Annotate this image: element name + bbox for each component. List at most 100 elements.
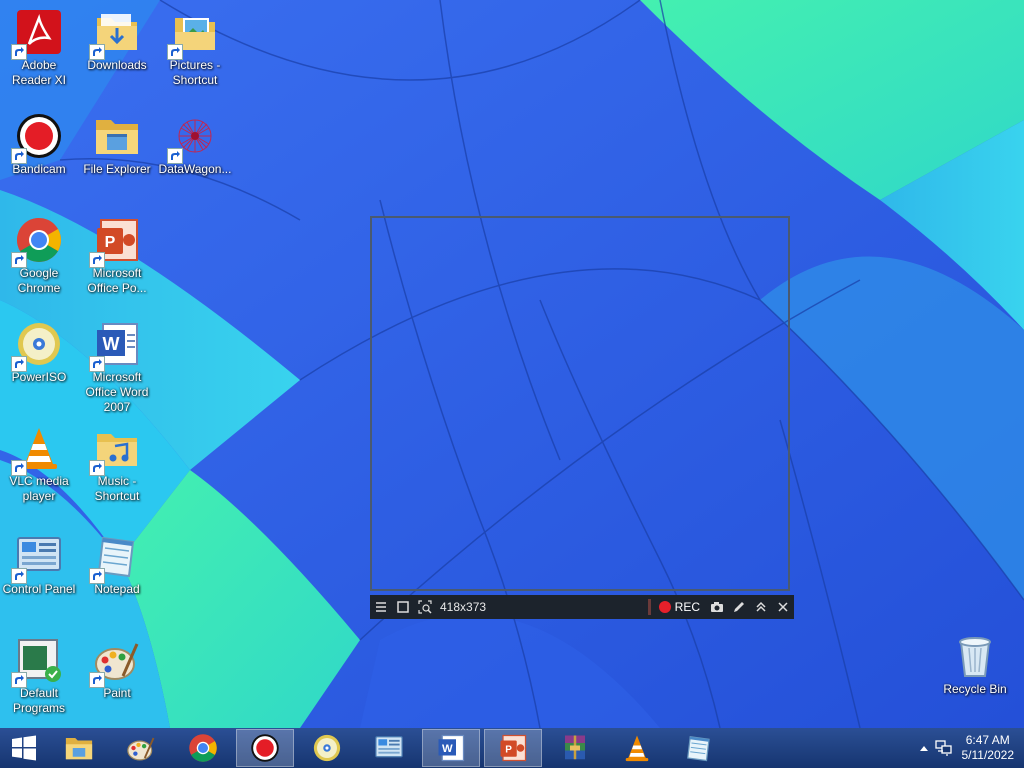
taskbar-powerpoint[interactable]: P xyxy=(484,729,542,767)
capture-size-label: 418x373 xyxy=(440,600,487,614)
shortcut-arrow-icon xyxy=(89,568,105,584)
taskbar-chrome[interactable] xyxy=(174,729,232,767)
paint-icon xyxy=(127,737,155,761)
close-icon xyxy=(778,602,788,612)
control-panel-icon xyxy=(375,736,403,758)
desktop-icon-powerpoint[interactable]: P Microsoft Office Po... xyxy=(78,210,156,310)
shortcut-arrow-icon xyxy=(11,148,27,164)
desktop-icon-label: Notepad xyxy=(94,582,140,596)
taskbar-control-panel[interactable] xyxy=(360,729,418,767)
shortcut-arrow-icon xyxy=(11,252,27,268)
desktop-icon-vlc[interactable]: VLC media player xyxy=(0,418,78,518)
desktop-icon-recycle-bin[interactable]: Recycle Bin xyxy=(936,626,1014,726)
shortcut-arrow-icon xyxy=(11,44,27,60)
record-dot-icon xyxy=(658,601,671,613)
clock-date: 5/11/2022 xyxy=(961,748,1015,762)
desktop-icon-label: VLC media player xyxy=(9,474,69,503)
start-button[interactable] xyxy=(0,728,48,768)
desktop-icon-pictures[interactable]: Pictures - Shortcut xyxy=(156,2,234,102)
toolbar-separator xyxy=(647,599,651,615)
capture-menu-button[interactable] xyxy=(370,596,392,618)
shortcut-arrow-icon xyxy=(89,460,105,476)
desktop-icon-label: Microsoft Office Po... xyxy=(87,266,147,295)
taskbar-notepad[interactable] xyxy=(670,729,728,767)
fullscreen-toggle-button[interactable] xyxy=(392,596,414,618)
taskbar-file-explorer[interactable] xyxy=(50,729,108,767)
desktop-icon-label: Adobe Reader XI xyxy=(11,58,67,87)
square-icon xyxy=(397,601,409,613)
winrar-icon xyxy=(565,735,585,760)
desktop-icon-google-chrome[interactable]: Google Chrome xyxy=(0,210,78,310)
windows-logo-icon xyxy=(12,735,36,761)
desktop-icon-paint[interactable]: Paint xyxy=(78,630,156,728)
desktop-icon-file-explorer[interactable]: File Explorer xyxy=(78,106,156,206)
desktop-icon-music[interactable]: Music - Shortcut xyxy=(78,418,156,518)
taskbar-clock[interactable]: 6:47 AM 5/11/2022 xyxy=(956,733,1024,763)
svg-text:P: P xyxy=(105,234,116,251)
desktop-icon-label: Pictures - Shortcut xyxy=(169,58,221,87)
taskbar: W P 6:47 AM 5/11/2022 xyxy=(0,728,1024,768)
svg-text:P: P xyxy=(505,744,512,755)
shortcut-arrow-icon xyxy=(89,356,105,372)
desktop-icon-label: Recycle Bin xyxy=(943,682,1007,696)
desktop-icon-label: File Explorer xyxy=(83,162,151,176)
desktop-icon-label: PowerISO xyxy=(11,370,67,384)
chevron-up-icon xyxy=(919,746,928,751)
taskbar-bandicam[interactable] xyxy=(236,729,294,767)
svg-text:W: W xyxy=(103,334,120,354)
rec-button[interactable]: REC xyxy=(653,600,706,614)
chrome-icon xyxy=(189,734,217,762)
rec-label: REC xyxy=(674,600,700,614)
close-capture-button[interactable] xyxy=(772,596,794,618)
svg-text:W: W xyxy=(442,743,453,755)
file-explorer-icon xyxy=(96,120,138,154)
word-icon: W xyxy=(438,734,465,762)
shortcut-arrow-icon xyxy=(167,148,183,164)
desktop-icon-label: Google Chrome xyxy=(17,266,61,295)
select-region-button[interactable] xyxy=(414,596,436,618)
taskbar-poweriso[interactable] xyxy=(298,729,356,767)
desktop-icon-bandicam[interactable]: Bandicam xyxy=(0,106,78,206)
clock-time: 6:47 AM xyxy=(965,733,1010,747)
desktop-icon-datawagon[interactable]: DataWagon... xyxy=(156,106,234,206)
shortcut-arrow-icon xyxy=(11,460,27,476)
desktop-icon-label: Downloads xyxy=(87,58,147,72)
draw-button[interactable] xyxy=(728,596,750,618)
desktop-icon-adobe-reader[interactable]: Adobe Reader XI xyxy=(0,2,78,102)
shortcut-arrow-icon xyxy=(167,44,183,60)
desktop-icon-word[interactable]: W Microsoft Office Word 2007 xyxy=(78,314,156,414)
powerpoint-icon: P xyxy=(500,734,527,762)
desktop-icon-default-programs[interactable]: Default Programs xyxy=(0,630,78,728)
desktop-icon-poweriso[interactable]: PowerISO xyxy=(0,314,78,414)
menu-icon xyxy=(376,602,386,612)
notepad-icon xyxy=(687,736,710,762)
network-status-button[interactable] xyxy=(932,740,956,756)
collapse-button[interactable] xyxy=(750,596,772,618)
desktop-icon-label: Default Programs xyxy=(12,686,65,715)
desktop-icon-label: Bandicam xyxy=(12,162,66,176)
desktop-icon-control-panel[interactable]: Control Panel xyxy=(0,526,78,626)
show-hidden-icons-button[interactable] xyxy=(916,744,932,752)
screenshot-button[interactable] xyxy=(706,596,728,618)
capture-toolbar: 418x373 REC xyxy=(370,595,794,619)
desktop-icon-label: Music - Shortcut xyxy=(94,474,140,503)
desktop-icon-label: Microsoft Office Word 2007 xyxy=(85,370,149,414)
vlc-icon xyxy=(625,735,649,762)
pencil-icon xyxy=(734,602,744,612)
desktop-icon-downloads[interactable]: Downloads xyxy=(78,2,156,102)
shortcut-arrow-icon xyxy=(11,356,27,372)
shortcut-arrow-icon xyxy=(89,44,105,60)
taskbar-winrar[interactable] xyxy=(546,729,604,767)
double-chevron-up-icon xyxy=(756,601,766,612)
shortcut-arrow-icon xyxy=(11,672,27,688)
desktop-icon-notepad[interactable]: Notepad xyxy=(78,526,156,626)
capture-region-frame[interactable] xyxy=(370,216,790,591)
shortcut-arrow-icon xyxy=(11,568,27,584)
taskbar-paint[interactable] xyxy=(112,729,170,767)
taskbar-word[interactable]: W xyxy=(422,729,480,767)
desktop-icon-label: Paint xyxy=(103,686,131,700)
taskbar-vlc[interactable] xyxy=(608,729,666,767)
desktop[interactable]: Adobe Reader XI Bandicam Google Chrome P… xyxy=(0,0,1024,728)
shortcut-arrow-icon xyxy=(89,252,105,268)
network-icon xyxy=(934,740,952,756)
